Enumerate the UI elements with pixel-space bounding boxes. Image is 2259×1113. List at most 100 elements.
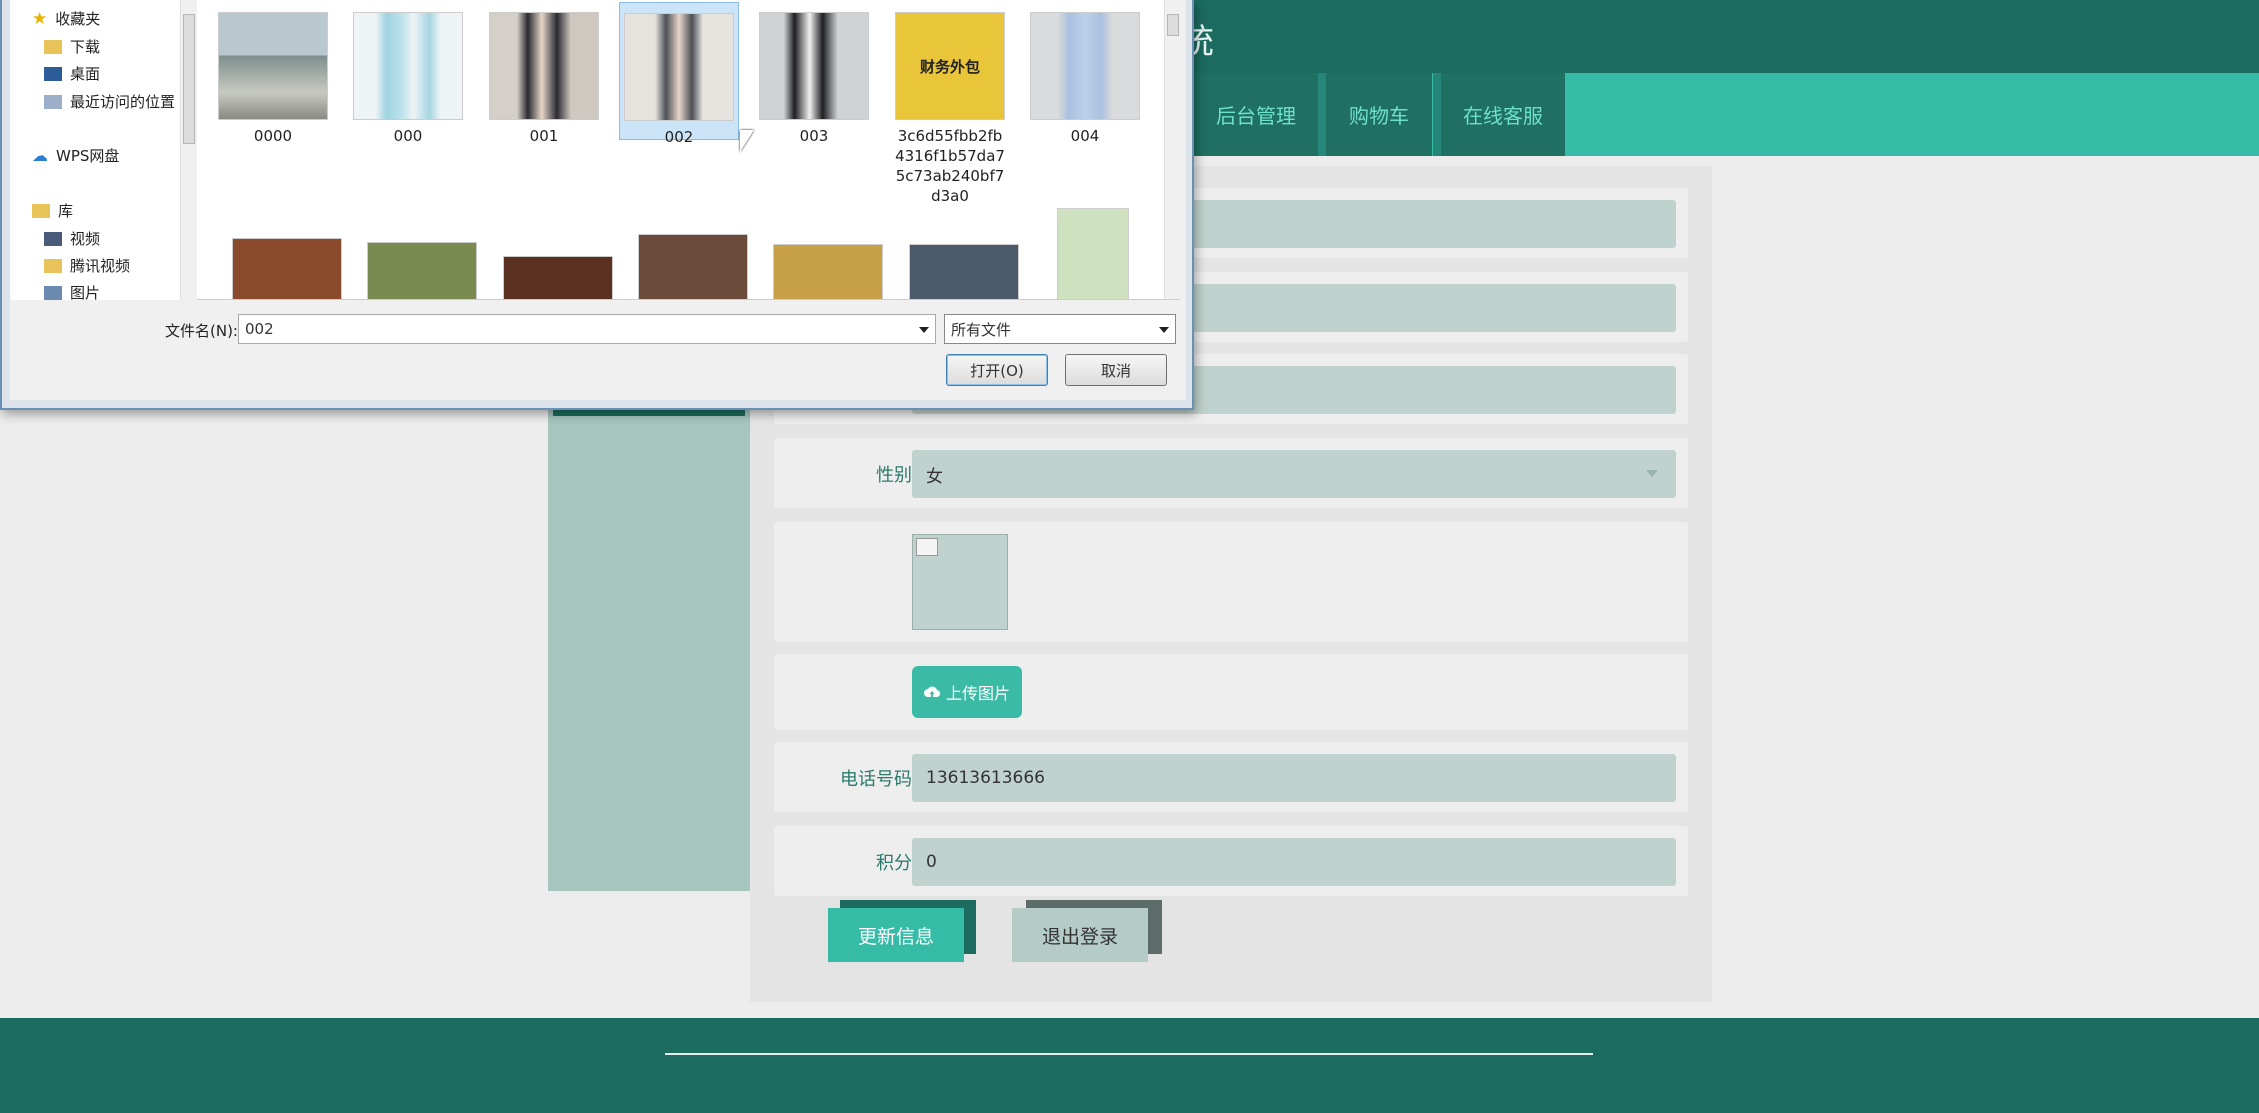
file-name: 000 bbox=[393, 127, 423, 145]
phone-input[interactable]: 13613613666 bbox=[912, 754, 1676, 802]
nav-wps[interactable]: ☁ WPS网盘 bbox=[32, 145, 119, 166]
nav-library-label: 库 bbox=[58, 202, 74, 220]
file-name: 001 bbox=[529, 127, 559, 145]
nav-downloads[interactable]: 下载 bbox=[44, 36, 100, 57]
points-row: 积分 0 bbox=[774, 826, 1688, 896]
filetype-value: 所有文件 bbox=[951, 320, 1012, 339]
file-thumbnail[interactable] bbox=[638, 234, 748, 299]
mouse-cursor bbox=[740, 130, 754, 152]
file-thumbnail bbox=[624, 13, 734, 121]
cloud-icon: ☁ bbox=[32, 146, 48, 165]
file-name: 004 bbox=[1070, 127, 1100, 145]
nav-desktop-label: 桌面 bbox=[70, 65, 101, 83]
logout-button[interactable]: 退出登录 bbox=[1012, 908, 1148, 962]
file-thumbnail[interactable] bbox=[367, 242, 477, 299]
filename-label: 文件名(N): bbox=[165, 322, 238, 340]
nav-favorites[interactable]: ★ 收藏夹 bbox=[32, 8, 100, 29]
broken-image-icon bbox=[916, 538, 938, 556]
file-thumbnail bbox=[218, 12, 328, 120]
nav-recent[interactable]: 最近访问的位置 bbox=[44, 91, 175, 112]
filename-value: 002 bbox=[245, 320, 274, 338]
gender-value: 女 bbox=[926, 466, 943, 487]
chevron-down-icon bbox=[1646, 470, 1658, 477]
phone-value: 13613613666 bbox=[926, 768, 1045, 788]
upload-image-button[interactable]: 上传图片 bbox=[912, 666, 1022, 718]
file-name: 003 bbox=[799, 127, 829, 145]
nav-admin[interactable]: 后台管理 bbox=[1186, 73, 1318, 156]
nav-tencent-video[interactable]: 腾讯视频 bbox=[44, 255, 130, 276]
recent-places-icon bbox=[44, 94, 62, 109]
file-thumbnail bbox=[1030, 12, 1140, 120]
file-name: 0000 bbox=[253, 127, 293, 145]
file-pane-scrollbar[interactable] bbox=[1164, 0, 1180, 299]
update-info-button[interactable]: 更新信息 bbox=[828, 908, 964, 962]
open-button[interactable]: 打开(O) bbox=[946, 354, 1048, 386]
nav-pictures-label: 图片 bbox=[70, 284, 101, 302]
gender-select[interactable]: 女 bbox=[912, 450, 1676, 498]
nav-cart[interactable]: 购物车 bbox=[1318, 73, 1432, 156]
file-name: 3c6d55fbb2fb4316f1b57da75c73ab240bf7d3a0 bbox=[895, 127, 1005, 205]
chevron-down-icon bbox=[1159, 327, 1169, 333]
library-icon bbox=[32, 203, 50, 218]
nav-wps-label: WPS网盘 bbox=[56, 147, 120, 165]
points-label: 积分 bbox=[876, 853, 912, 874]
file-thumbnail[interactable] bbox=[1057, 208, 1129, 299]
file-thumbnail[interactable] bbox=[773, 244, 883, 299]
file-list-pane: 0000 000 001 002 003 财务外包 3c6d55fbb2fb43… bbox=[197, 0, 1180, 300]
scrollbar-thumb[interactable] bbox=[183, 14, 195, 144]
file-item[interactable]: 000 bbox=[348, 2, 468, 146]
file-thumbnail[interactable] bbox=[232, 238, 342, 299]
file-thumbnail: 财务外包 bbox=[895, 12, 1005, 120]
points-input[interactable]: 0 bbox=[912, 838, 1676, 886]
gender-label: 性别 bbox=[876, 465, 912, 486]
scrollbar-thumb[interactable] bbox=[1167, 14, 1179, 36]
file-item[interactable]: 004 bbox=[1025, 2, 1145, 146]
pictures-icon bbox=[44, 285, 62, 300]
file-item[interactable]: 003 bbox=[754, 2, 874, 146]
site-footer bbox=[0, 1018, 2259, 1113]
file-thumbnail bbox=[489, 12, 599, 120]
avatar-preview bbox=[912, 534, 1008, 630]
nav-tencent-video-label: 腾讯视频 bbox=[70, 257, 131, 275]
file-thumbnail bbox=[759, 12, 869, 120]
nav-pane-scrollbar[interactable] bbox=[180, 0, 196, 300]
gender-row: 性别 女 bbox=[774, 438, 1688, 508]
video-icon bbox=[44, 231, 62, 246]
star-icon: ★ bbox=[32, 8, 48, 29]
file-item[interactable]: 财务外包 3c6d55fbb2fb4316f1b57da75c73ab240bf… bbox=[890, 2, 1010, 206]
folder-icon bbox=[44, 258, 62, 273]
file-item-selected[interactable]: 002 bbox=[619, 2, 739, 146]
nav-pictures[interactable]: 图片 bbox=[44, 282, 100, 303]
file-name: 002 bbox=[664, 128, 694, 146]
file-item[interactable]: 0000 bbox=[213, 2, 333, 146]
nav-videos[interactable]: 视频 bbox=[44, 228, 100, 249]
nav-videos-label: 视频 bbox=[70, 230, 101, 248]
filename-input[interactable]: 002 bbox=[238, 314, 936, 344]
phone-row: 电话号码 13613613666 bbox=[774, 742, 1688, 812]
dialog-body: ★ 收藏夹 下载 桌面 最近访问的位置 ☁ WPS网盘 库 视频 腾讯视频 图片… bbox=[10, 0, 1186, 400]
nav-favorites-label: 收藏夹 bbox=[55, 10, 101, 28]
cancel-button[interactable]: 取消 bbox=[1065, 354, 1167, 386]
file-item[interactable]: 001 bbox=[484, 2, 604, 146]
file-thumbnail[interactable] bbox=[909, 244, 1019, 299]
upload-button-label: 上传图片 bbox=[945, 684, 1010, 703]
footer-divider bbox=[665, 1053, 1593, 1055]
navigation-pane: ★ 收藏夹 下载 桌面 最近访问的位置 ☁ WPS网盘 库 视频 腾讯视频 图片 bbox=[10, 0, 196, 303]
folder-icon bbox=[44, 39, 62, 54]
thumbnail-text: 财务外包 bbox=[919, 57, 980, 76]
desktop-icon bbox=[44, 66, 62, 81]
phone-label: 电话号码 bbox=[840, 769, 912, 790]
nav-recent-label: 最近访问的位置 bbox=[70, 93, 176, 111]
chevron-down-icon[interactable] bbox=[919, 327, 929, 333]
nav-downloads-label: 下载 bbox=[70, 38, 101, 56]
points-value: 0 bbox=[926, 852, 937, 872]
filetype-select[interactable]: 所有文件 bbox=[944, 314, 1176, 344]
file-thumbnail[interactable] bbox=[503, 256, 613, 299]
side-menu-panel bbox=[548, 408, 750, 891]
nav-library[interactable]: 库 bbox=[32, 200, 73, 221]
file-open-dialog: ★ 收藏夹 下载 桌面 最近访问的位置 ☁ WPS网盘 库 视频 腾讯视频 图片… bbox=[0, 0, 1194, 410]
cloud-upload-icon bbox=[923, 686, 940, 698]
file-thumbnail bbox=[353, 12, 463, 120]
nav-customer-service[interactable]: 在线客服 bbox=[1433, 73, 1565, 156]
nav-desktop[interactable]: 桌面 bbox=[44, 63, 100, 84]
